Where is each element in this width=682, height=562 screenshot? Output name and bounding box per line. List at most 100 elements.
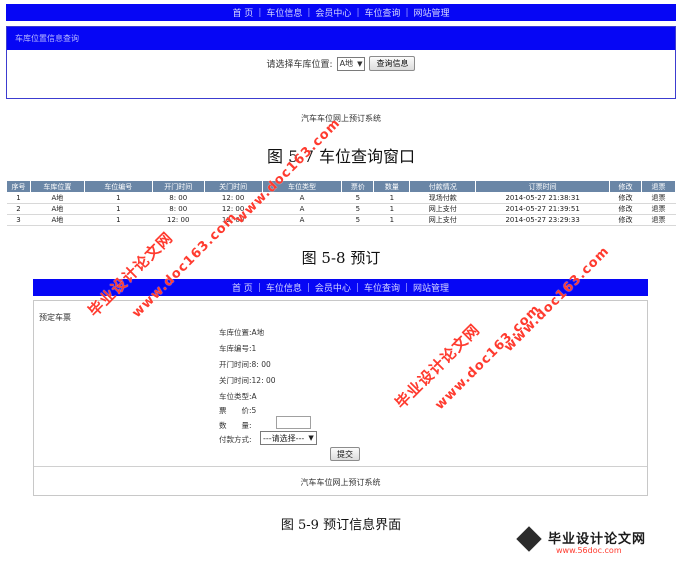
cell-open-time: 12: 00 — [152, 214, 205, 226]
nav-parking-query[interactable]: 车位查询 — [359, 281, 405, 294]
edit-link[interactable]: 修改 — [609, 192, 642, 204]
field-label: 关门时间: — [219, 376, 252, 385]
field-label: 车位类型: — [219, 392, 252, 401]
nav-parking-query[interactable]: 车位查询 — [359, 6, 405, 19]
query-button[interactable]: 查询信息 — [369, 56, 416, 71]
figure-caption-1: 图 5-7 车位查询窗口 — [267, 147, 415, 166]
field-close-time: 关门时间:12: 00 — [219, 375, 276, 386]
field-value: 12: 00 — [251, 376, 276, 385]
nav-parking-info[interactable]: 车位信息 — [261, 281, 307, 294]
top-nav-bar: 首 页 | 车位信息 | 会员中心 | 车位查询 | 网站管理 — [6, 4, 676, 21]
chevron-down-icon: ▼ — [357, 59, 363, 68]
field-value: A — [251, 392, 257, 401]
cell-payment: 网上支付 — [409, 214, 476, 226]
table-row: 2 A地 1 8: 00 12: 00 A 5 1 网上支付 2014-05-2… — [6, 203, 676, 215]
field-price: 票 价:5 — [219, 405, 256, 416]
col-header: 票价 — [341, 180, 375, 193]
booking-table: 序号 车库位置 车位编号 开门时间 关门时间 车位类型 票价 数量 付款情况 订… — [6, 180, 677, 226]
refund-link[interactable]: 退票 — [641, 203, 676, 215]
payment-select-value: ---请选择--- — [263, 433, 305, 443]
col-header: 订票时间 — [475, 180, 611, 193]
field-location: 车库位置:A地 — [219, 327, 264, 338]
form-title: 预定车票 — [39, 313, 71, 322]
nav-site-admin[interactable]: 网站管理 — [408, 281, 454, 294]
nav-home[interactable]: 首 页 — [227, 281, 258, 294]
site-logo: 毕业设计论文网 www.56doc.com — [516, 526, 680, 560]
field-label: 车库位置: — [219, 328, 252, 337]
nav-member-center[interactable]: 会员中心 — [310, 6, 356, 19]
payment-select[interactable]: ---请选择--- ▼ — [260, 431, 317, 445]
col-header: 付款情况 — [409, 180, 477, 193]
col-header: 车库位置 — [29, 180, 85, 193]
nav-site-admin[interactable]: 网站管理 — [409, 6, 455, 19]
cell-open-time: 8: 00 — [152, 192, 205, 204]
payment-label: 付款方式: — [219, 435, 252, 444]
cell-payment: 现场付款 — [409, 192, 476, 204]
logo-text: 毕业设计论文网 — [548, 532, 647, 547]
col-header: 序号 — [6, 180, 31, 193]
table-header-row: 序号 车库位置 车位编号 开门时间 关门时间 车位类型 票价 数量 付款情况 订… — [6, 180, 677, 193]
field-label: 车库编号: — [219, 344, 252, 353]
logo-url: www.56doc.com — [556, 546, 622, 555]
cell-index: 1 — [6, 192, 31, 204]
field-value: 1 — [251, 344, 257, 353]
edit-link[interactable]: 修改 — [609, 214, 642, 226]
cell-number: 1 — [84, 203, 153, 215]
cell-price: 5 — [341, 203, 374, 215]
page-footer: 汽车车位网上预订系统 — [300, 478, 381, 487]
query-form: 请选择车库位置: A地 ▼ 查询信息 — [7, 56, 675, 71]
cell-index: 2 — [6, 203, 31, 215]
cell-location: A地 — [30, 203, 85, 215]
cell-location: A地 — [30, 214, 85, 226]
cell-payment: 网上支付 — [409, 203, 476, 215]
booking-form-panel: 预定车票 车库位置:A地 车库编号:1 开门时间:8: 00 关门时间:12: … — [33, 300, 648, 496]
divider — [34, 466, 647, 467]
col-header: 修改 — [609, 180, 642, 193]
field-open-time: 开门时间:8: 00 — [219, 359, 271, 370]
field-type: 车位类型:A — [219, 391, 257, 402]
col-header: 关门时间 — [203, 180, 263, 193]
field-label: 票 价: — [219, 406, 252, 415]
field-value: A地 — [251, 328, 265, 337]
location-label: 请选择车库位置: — [266, 60, 333, 70]
cell-quantity: 1 — [373, 203, 410, 215]
cell-number: 1 — [84, 192, 153, 204]
cell-price: 5 — [341, 192, 374, 204]
col-header: 车位编号 — [83, 180, 153, 193]
edit-link[interactable]: 修改 — [609, 203, 642, 215]
query-panel-title: 车库位置信息查询 — [7, 27, 675, 50]
cell-location: A地 — [30, 192, 85, 204]
field-value: 8: 00 — [251, 360, 271, 369]
col-header: 退票 — [640, 180, 677, 193]
cell-price: 5 — [341, 214, 374, 226]
cell-type: A — [262, 203, 342, 215]
cell-type: A — [262, 214, 342, 226]
nav-parking-info[interactable]: 车位信息 — [261, 6, 307, 19]
page-footer: 汽车车位网上预订系统 — [301, 114, 381, 123]
location-select[interactable]: A地 ▼ — [336, 56, 366, 71]
table-row: 1 A地 1 8: 00 12: 00 A 5 1 现场付款 2014-05-2… — [6, 192, 676, 204]
submit-button[interactable]: 提交 — [330, 447, 360, 461]
refund-link[interactable]: 退票 — [641, 192, 676, 204]
refund-link[interactable]: 退票 — [641, 214, 676, 226]
quantity-label: 数 量: — [219, 421, 252, 430]
col-header: 数量 — [373, 180, 411, 193]
field-value: 5 — [251, 406, 257, 415]
nav-member-center[interactable]: 会员中心 — [310, 281, 356, 294]
cell-number: 1 — [84, 214, 153, 226]
cell-booking-time: 2014-05-27 23:29:33 — [475, 214, 610, 226]
query-panel: 车库位置信息查询 请选择车库位置: A地 ▼ 查询信息 — [6, 26, 676, 99]
cell-open-time: 8: 00 — [152, 203, 205, 215]
nav-home[interactable]: 首 页 — [227, 6, 258, 19]
cell-booking-time: 2014-05-27 21:39:51 — [475, 203, 610, 215]
location-select-value: A地 — [339, 59, 354, 68]
field-label: 开门时间: — [219, 360, 252, 369]
quantity-input[interactable] — [276, 416, 311, 429]
field-garage-number: 车库编号:1 — [219, 343, 256, 354]
chevron-down-icon: ▼ — [308, 434, 314, 442]
table-row: 3 A地 1 12: 00 12: 00 A 5 1 网上支付 2014-05-… — [6, 214, 676, 226]
col-header: 开门时间 — [151, 180, 205, 193]
cell-quantity: 1 — [373, 214, 410, 226]
cell-quantity: 1 — [373, 192, 410, 204]
logo-mark-icon — [516, 526, 542, 552]
